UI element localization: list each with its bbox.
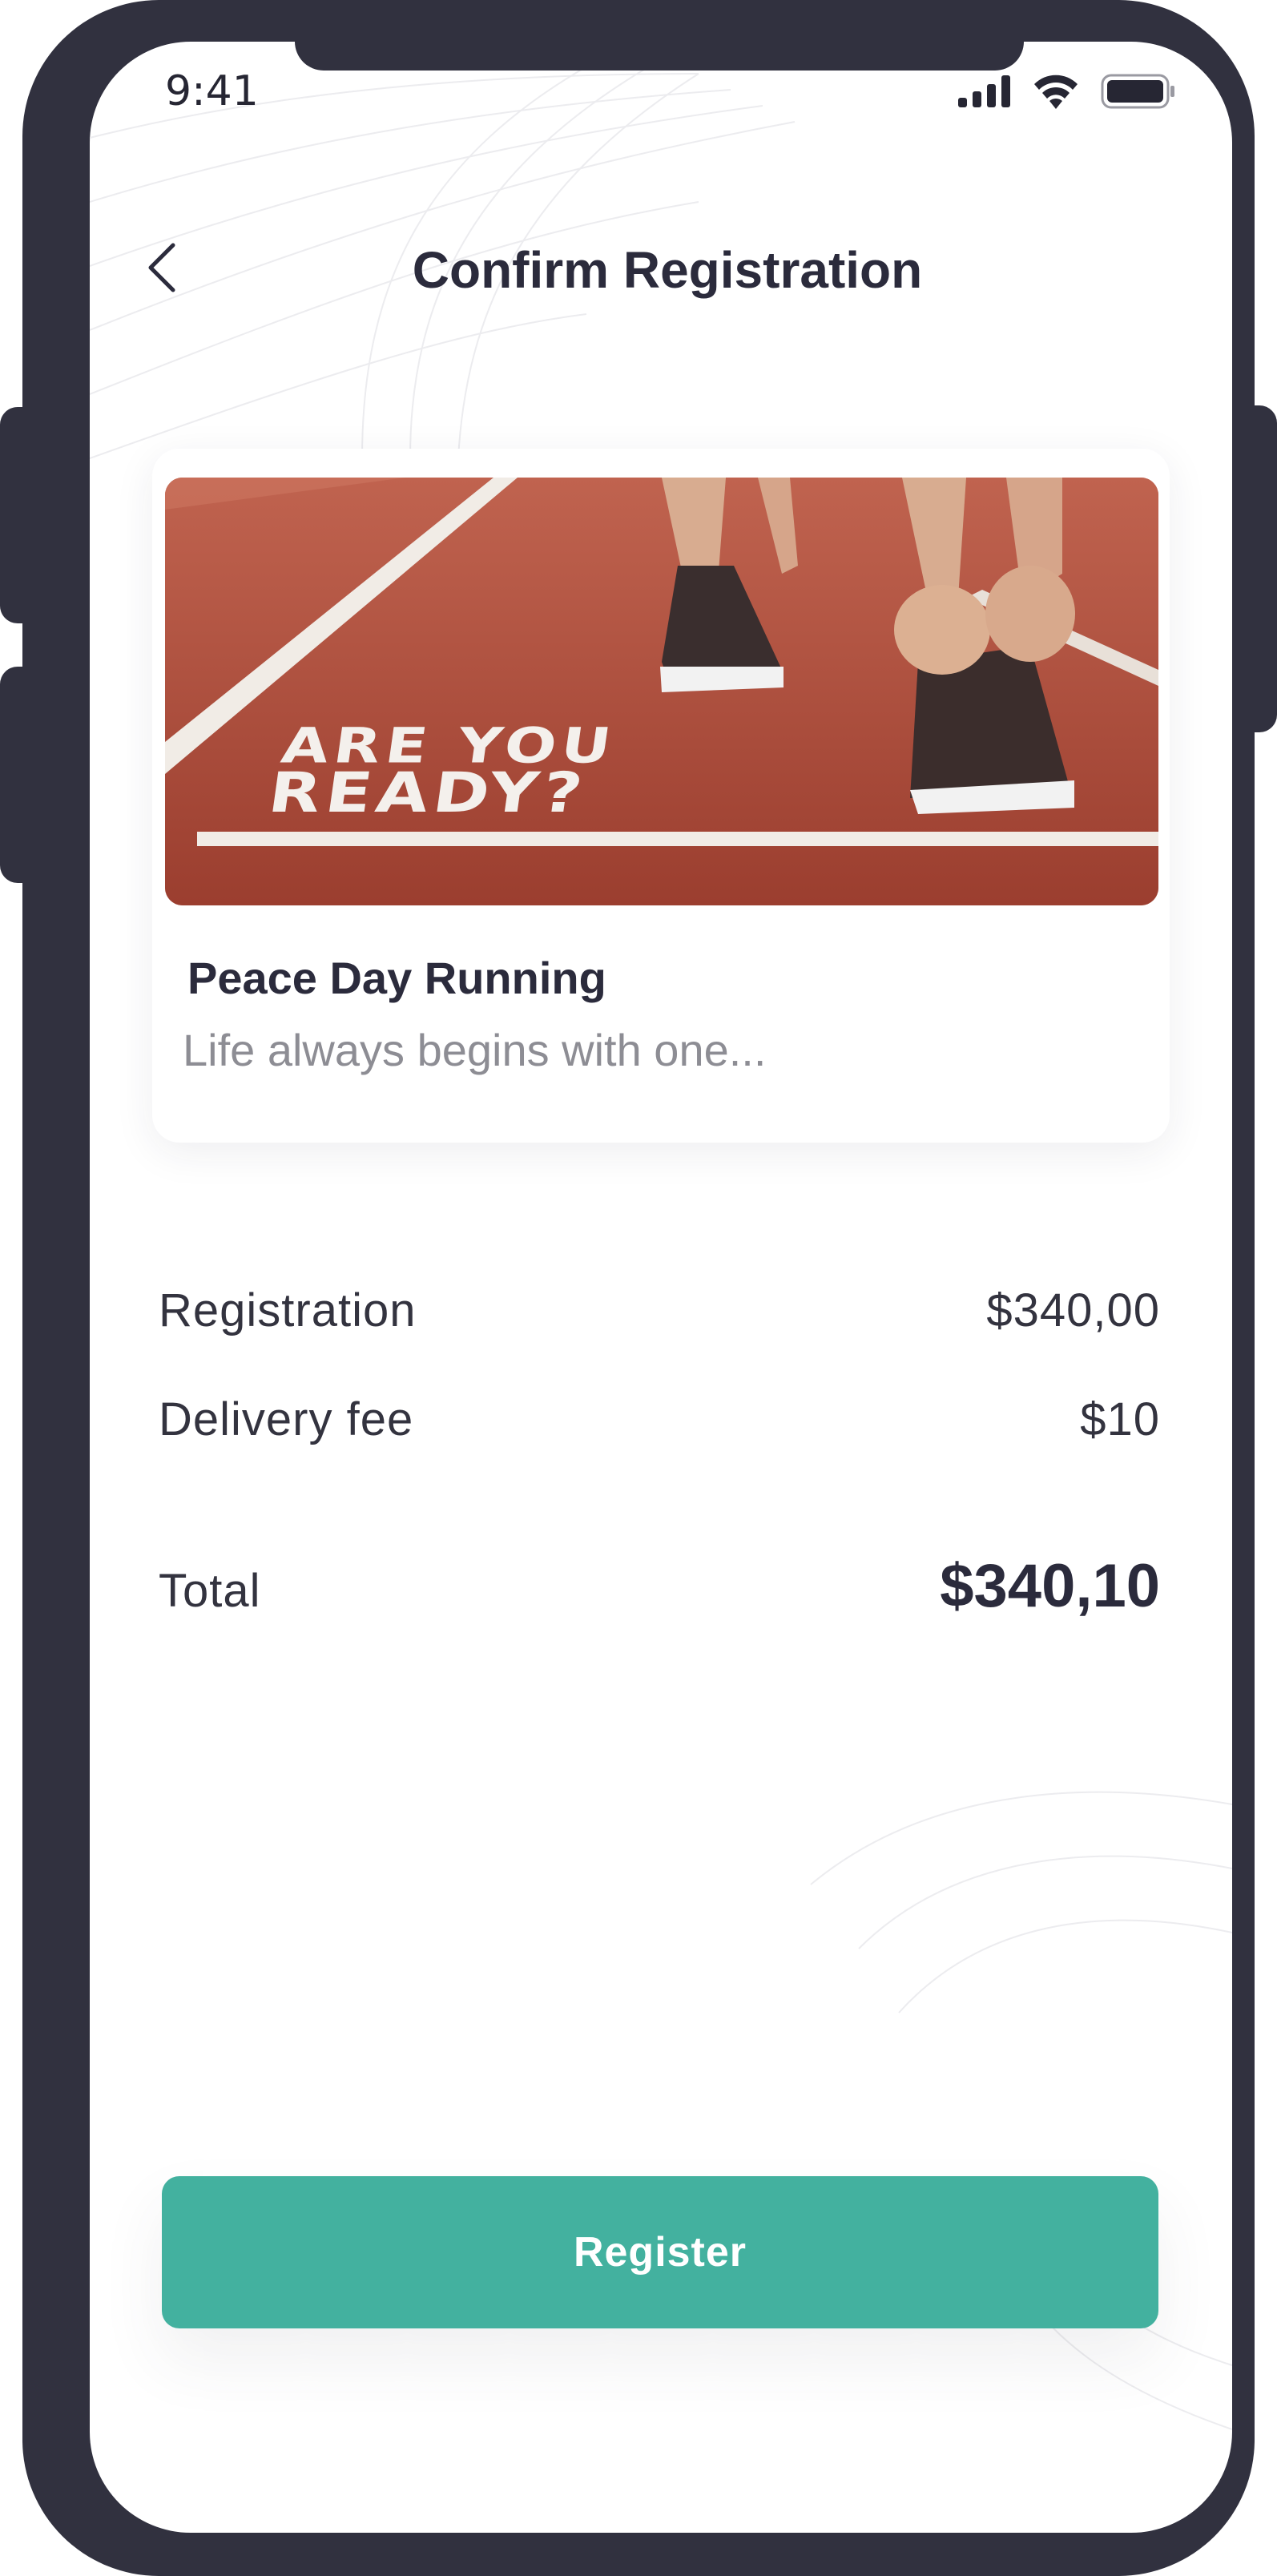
total-label: Total — [159, 1565, 261, 1617]
running-track-illustration — [165, 478, 1158, 905]
status-icons — [958, 74, 1176, 109]
cellular-signal-icon — [958, 75, 1010, 107]
registration-label: Registration — [159, 1284, 417, 1336]
event-title: Peace Day Running — [187, 953, 606, 1003]
event-image: ARE YOU READY? — [165, 478, 1158, 905]
event-subtitle: Life always begins with one... — [183, 1025, 767, 1075]
page-title: Confirm Registration — [412, 241, 923, 299]
status-time: 9:41 — [165, 67, 259, 115]
delivery-label: Delivery fee — [159, 1393, 414, 1445]
registration-value: $340,00 — [986, 1284, 1160, 1336]
registration-row: Registration $340,00 — [159, 1284, 1160, 1337]
device-notch — [295, 42, 1024, 71]
delivery-value: $10 — [1080, 1393, 1160, 1445]
image-text-line2: READY? — [264, 760, 591, 825]
register-button[interactable]: Register — [162, 2176, 1158, 2328]
event-card[interactable]: ARE YOU READY? Peace Day Running Life al… — [152, 449, 1170, 1143]
battery-icon — [1101, 74, 1174, 109]
phone-frame: 9:41 Confirm Registration ARE YOU READY?… — [22, 0, 1255, 2576]
wifi-icon — [1034, 75, 1078, 109]
app-screen: 9:41 Confirm Registration ARE YOU READY?… — [90, 42, 1232, 2533]
total-row: Total $340,10 — [159, 1551, 1160, 1621]
total-value: $340,10 — [940, 1552, 1160, 1620]
delivery-row: Delivery fee $10 — [159, 1393, 1160, 1446]
